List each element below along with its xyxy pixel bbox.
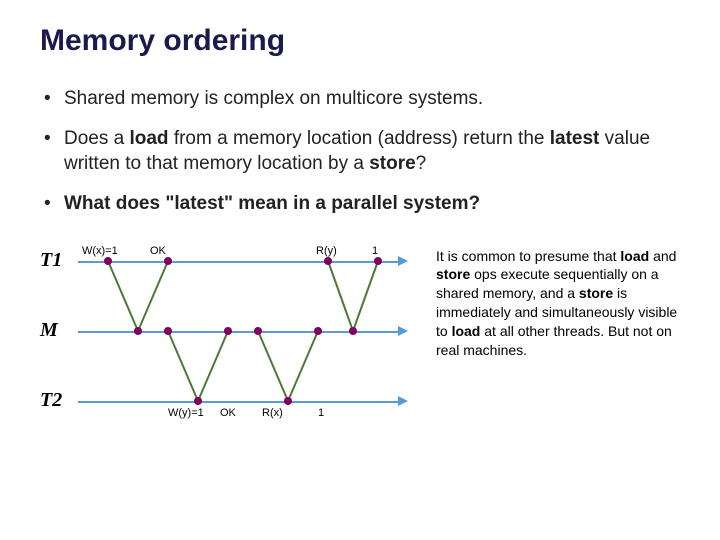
diagram-area: T1 M T2 W(x)= xyxy=(40,247,680,437)
label-ok-bot: OK xyxy=(220,407,236,419)
slide-title: Memory ordering xyxy=(40,24,680,58)
bullet-3: What does "latest" mean in a parallel sy… xyxy=(40,191,680,217)
row-label-m: M xyxy=(40,319,58,342)
event-dot xyxy=(164,327,172,335)
bullet-1: Shared memory is complex on multicore sy… xyxy=(40,86,680,112)
side-note: It is common to presume that load and st… xyxy=(436,247,680,360)
event-dot xyxy=(224,327,232,335)
label-rx: R(x) xyxy=(262,407,283,419)
event-dot xyxy=(349,327,357,335)
timeline-diagram: T1 M T2 W(x)= xyxy=(40,247,420,437)
event-dot xyxy=(194,397,202,405)
label-one-bot: 1 xyxy=(318,407,324,419)
event-dot xyxy=(314,327,322,335)
bullet-list: Shared memory is complex on multicore sy… xyxy=(40,86,680,217)
row-label-t1: T1 xyxy=(40,249,62,272)
event-dot xyxy=(324,257,332,265)
event-dot xyxy=(284,397,292,405)
row-label-t2: T2 xyxy=(40,389,62,412)
event-dot xyxy=(134,327,142,335)
label-wy: W(y)=1 xyxy=(168,407,204,419)
label-wx: W(x)=1 xyxy=(82,245,118,257)
label-ok-top: OK xyxy=(150,245,166,257)
event-dot xyxy=(254,327,262,335)
event-dot xyxy=(374,257,382,265)
event-dot xyxy=(164,257,172,265)
event-dot xyxy=(104,257,112,265)
bullet-2: Does a load from a memory location (addr… xyxy=(40,126,680,177)
zigzag-lines xyxy=(78,247,408,417)
label-ry: R(y) xyxy=(316,245,337,257)
label-one-top: 1 xyxy=(372,245,378,257)
